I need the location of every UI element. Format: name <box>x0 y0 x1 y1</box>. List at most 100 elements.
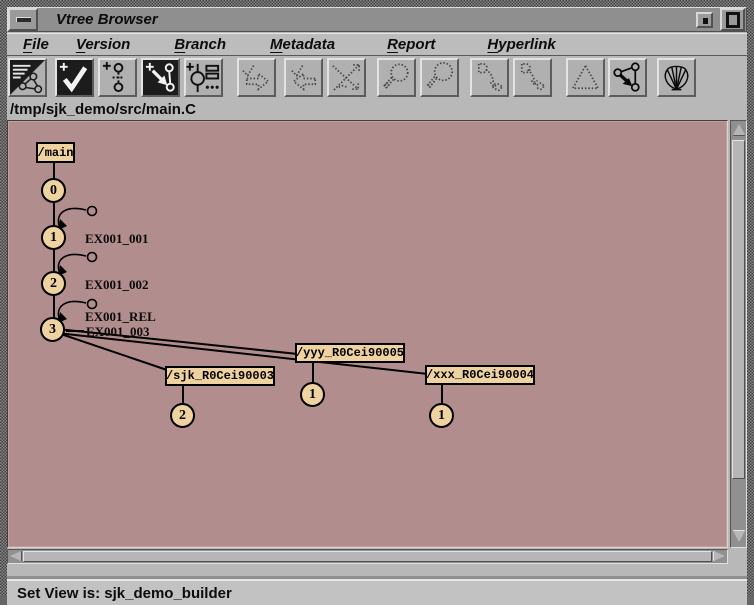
window-frame: Vtree Browser File Version Branch Metada… <box>0 0 754 596</box>
version-node-main-3[interactable]: 3 <box>40 317 65 342</box>
menu-branch-rest: ranch <box>185 36 226 53</box>
version-node-xxx[interactable]: 1 <box>429 403 454 428</box>
menu-report[interactable]: Report <box>381 34 441 55</box>
annotation-ex001-002[interactable]: EX001_002 <box>85 277 149 293</box>
checkout-icon <box>57 60 92 95</box>
element-path-label: /tmp/sjk_demo/src/main.C <box>7 101 196 118</box>
version-number: 2 <box>179 408 186 424</box>
triangle-view-icon <box>568 60 603 95</box>
window-menu-dash-icon <box>16 17 31 22</box>
scroll-down-button[interactable] <box>733 531 745 542</box>
apply-changes-right-icon <box>239 60 274 95</box>
vertical-scroll-thumb[interactable] <box>732 140 745 479</box>
apply-changes-left-icon <box>286 60 321 95</box>
vtree-canvas[interactable]: /main 0 1 2 3 EX001_001 EX001_002 EX001_… <box>7 120 728 548</box>
zoom-out-button[interactable] <box>420 58 459 97</box>
minimize-icon <box>701 16 708 24</box>
metadata-list-button[interactable] <box>184 58 223 97</box>
scrolled-window: /main 0 1 2 3 EX001_001 EX001_002 EX001_… <box>7 120 747 579</box>
menu-branch[interactable]: Branch <box>168 34 232 55</box>
version-node-sjk[interactable]: 2 <box>170 403 195 428</box>
menu-metadata-mnemonic: M <box>270 36 283 53</box>
window-menu-button[interactable] <box>8 8 38 31</box>
branch-box-main[interactable]: /main <box>36 142 75 163</box>
maximize-button[interactable] <box>720 8 745 31</box>
apply-changes-right-button[interactable] <box>237 58 276 97</box>
version-number: 1 <box>438 408 445 424</box>
branch-label-yyy: /yyy_R0Cei90005 <box>296 346 404 360</box>
version-node-main-0[interactable]: 0 <box>41 178 66 203</box>
branch-label-main: /main <box>38 146 74 160</box>
menu-report-mnemonic: R <box>387 36 398 53</box>
checkout-button[interactable] <box>55 58 94 97</box>
cancel-merge-icon <box>329 60 364 95</box>
menu-version-rest: ersion <box>85 36 130 53</box>
title-bar[interactable]: Vtree Browser <box>7 7 747 32</box>
menu-hyperlink-rest: yperlink <box>498 36 556 53</box>
menu-hyperlink[interactable]: Hyperlink <box>481 34 561 55</box>
vtree-file-button[interactable] <box>8 58 47 97</box>
diff-branch-button[interactable] <box>513 58 552 97</box>
merge-graph-button[interactable] <box>608 58 647 97</box>
menu-bar: File Version Branch Metadata Report Hype… <box>7 33 747 56</box>
status-message: Set View is: sjk_demo_builder <box>7 585 232 602</box>
version-node-main-2[interactable]: 2 <box>41 271 66 296</box>
maximize-icon <box>726 12 740 28</box>
branch-create-icon <box>143 60 178 95</box>
branch-box-xxx[interactable]: /xxx_R0Cei90004 <box>425 365 535 385</box>
version-number: 1 <box>50 230 57 246</box>
shell-icon <box>659 60 694 95</box>
menu-report-rest: eport <box>398 36 436 53</box>
zoom-in-button[interactable] <box>377 58 416 97</box>
menu-hyperlink-mnemonic: H <box>487 36 498 53</box>
version-number: 2 <box>50 276 57 292</box>
vertical-scrollbar[interactable] <box>730 120 747 548</box>
branch-label-sjk: /sjk_R0Cei90003 <box>166 369 274 383</box>
merge-graph-icon <box>610 60 645 95</box>
annotation-ex001-rel[interactable]: EX001_REL <box>85 309 156 325</box>
branch-create-button[interactable] <box>141 58 180 97</box>
zoom-out-icon <box>422 60 457 95</box>
toolbar <box>7 56 747 99</box>
diff-branch-icon <box>515 60 550 95</box>
annotation-ex001-003[interactable]: EX001_003 <box>86 324 150 340</box>
version-number: 0 <box>50 183 57 199</box>
vtree-browser-window: Vtree Browser File Version Branch Metada… <box>7 7 747 590</box>
menu-version-mnemonic: V <box>76 36 85 53</box>
menu-version[interactable]: Version <box>70 34 136 55</box>
branch-label-xxx: /xxx_R0Cei90004 <box>426 368 534 382</box>
menu-metadata[interactable]: Metadata <box>264 34 341 55</box>
window-title: Vtree Browser <box>38 11 696 28</box>
version-node-yyy[interactable]: 1 <box>300 382 325 407</box>
horizontal-scrollbar[interactable] <box>7 549 728 564</box>
version-number: 3 <box>49 322 56 338</box>
version-node-main-1[interactable]: 1 <box>41 225 66 250</box>
shell-button[interactable] <box>657 58 696 97</box>
triangle-view-button[interactable] <box>566 58 605 97</box>
annotation-ex001-001[interactable]: EX001_001 <box>85 231 149 247</box>
branch-box-sjk[interactable]: /sjk_R0Cei90003 <box>165 366 275 386</box>
horizontal-scroll-thumb[interactable] <box>23 551 712 562</box>
menu-metadata-rest: etadata <box>283 36 336 53</box>
scroll-right-button[interactable] <box>714 551 725 561</box>
scroll-left-button[interactable] <box>10 551 21 561</box>
menu-file-rest: ile <box>32 36 49 53</box>
path-row: /tmp/sjk_demo/src/main.C <box>7 99 747 120</box>
branch-box-yyy[interactable]: /yyy_R0Cei90005 <box>295 343 405 363</box>
minimize-button[interactable] <box>696 12 713 28</box>
zoom-in-icon <box>379 60 414 95</box>
menu-file[interactable]: File <box>17 34 55 55</box>
diff-version-icon <box>472 60 507 95</box>
cancel-merge-button[interactable] <box>327 58 366 97</box>
vtree-file-icon <box>10 60 45 95</box>
apply-changes-left-button[interactable] <box>284 58 323 97</box>
metadata-list-icon <box>186 60 221 95</box>
scroll-up-button[interactable] <box>733 124 745 135</box>
menu-file-mnemonic: F <box>23 36 32 53</box>
status-bar: Set View is: sjk_demo_builder <box>7 579 747 605</box>
version-number: 1 <box>309 387 316 403</box>
menu-branch-mnemonic: B <box>174 36 185 53</box>
diff-version-button[interactable] <box>470 58 509 97</box>
checkin-button[interactable] <box>98 58 137 97</box>
checkin-icon <box>100 60 135 95</box>
